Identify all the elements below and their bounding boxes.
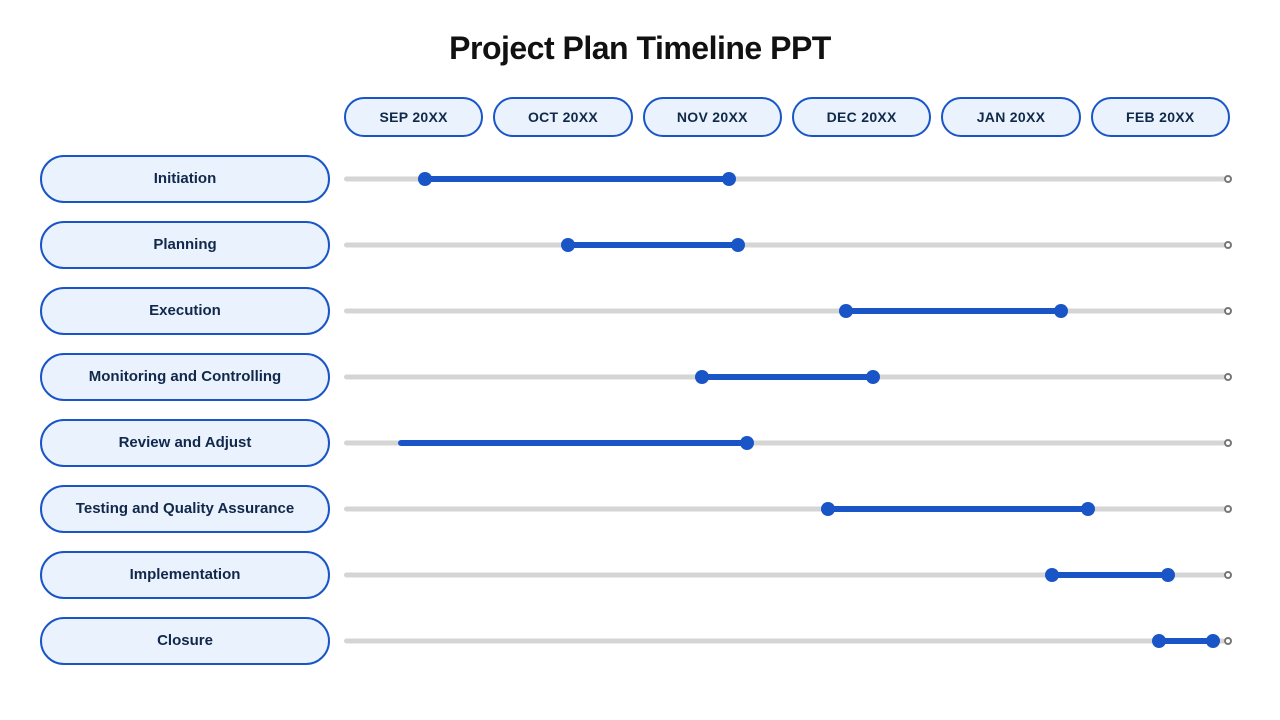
track-base — [344, 639, 1226, 644]
month-pill: NOV 20XX — [643, 97, 782, 137]
track-end-icon — [1224, 175, 1232, 183]
task-bar-implementation — [1052, 572, 1168, 578]
track-end-icon — [1224, 637, 1232, 645]
track-end-icon — [1224, 373, 1232, 381]
track-base — [344, 243, 1226, 248]
task-label-planning: Planning — [40, 221, 330, 269]
task-track — [344, 551, 1240, 599]
task-track — [344, 485, 1240, 533]
task-label-implementation: Implementation — [40, 551, 330, 599]
task-label-initiation: Initiation — [40, 155, 330, 203]
track-end-icon — [1224, 307, 1232, 315]
task-track — [344, 419, 1240, 467]
track-end-icon — [1224, 571, 1232, 579]
task-bar-execution — [846, 308, 1061, 314]
gantt-slide: Project Plan Timeline PPT SEP 20XX OCT 2… — [0, 0, 1280, 720]
header-spacer — [40, 97, 330, 137]
task-bar-testing — [828, 506, 1088, 512]
task-label-testing: Testing and Quality Assurance — [40, 485, 330, 533]
task-track — [344, 221, 1240, 269]
task-label-review: Review and Adjust — [40, 419, 330, 467]
task-bar-closure — [1159, 638, 1213, 644]
month-pill: OCT 20XX — [493, 97, 632, 137]
month-pill: JAN 20XX — [941, 97, 1080, 137]
page-title: Project Plan Timeline PPT — [40, 30, 1240, 67]
task-bar-review — [398, 440, 747, 446]
task-track — [344, 155, 1240, 203]
task-track — [344, 353, 1240, 401]
task-label-execution: Execution — [40, 287, 330, 335]
task-bar-monitoring — [702, 374, 872, 380]
task-label-monitoring: Monitoring and Controlling — [40, 353, 330, 401]
track-end-icon — [1224, 505, 1232, 513]
task-track — [344, 287, 1240, 335]
track-end-icon — [1224, 241, 1232, 249]
track-end-icon — [1224, 439, 1232, 447]
track-base — [344, 309, 1226, 314]
gantt-grid: SEP 20XX OCT 20XX NOV 20XX DEC 20XX JAN … — [40, 97, 1240, 665]
task-bar-planning — [568, 242, 738, 248]
month-header: SEP 20XX OCT 20XX NOV 20XX DEC 20XX JAN … — [344, 97, 1240, 137]
month-pill: SEP 20XX — [344, 97, 483, 137]
task-label-closure: Closure — [40, 617, 330, 665]
month-pill: FEB 20XX — [1091, 97, 1230, 137]
month-pill: DEC 20XX — [792, 97, 931, 137]
task-bar-initiation — [425, 176, 730, 182]
task-track — [344, 617, 1240, 665]
